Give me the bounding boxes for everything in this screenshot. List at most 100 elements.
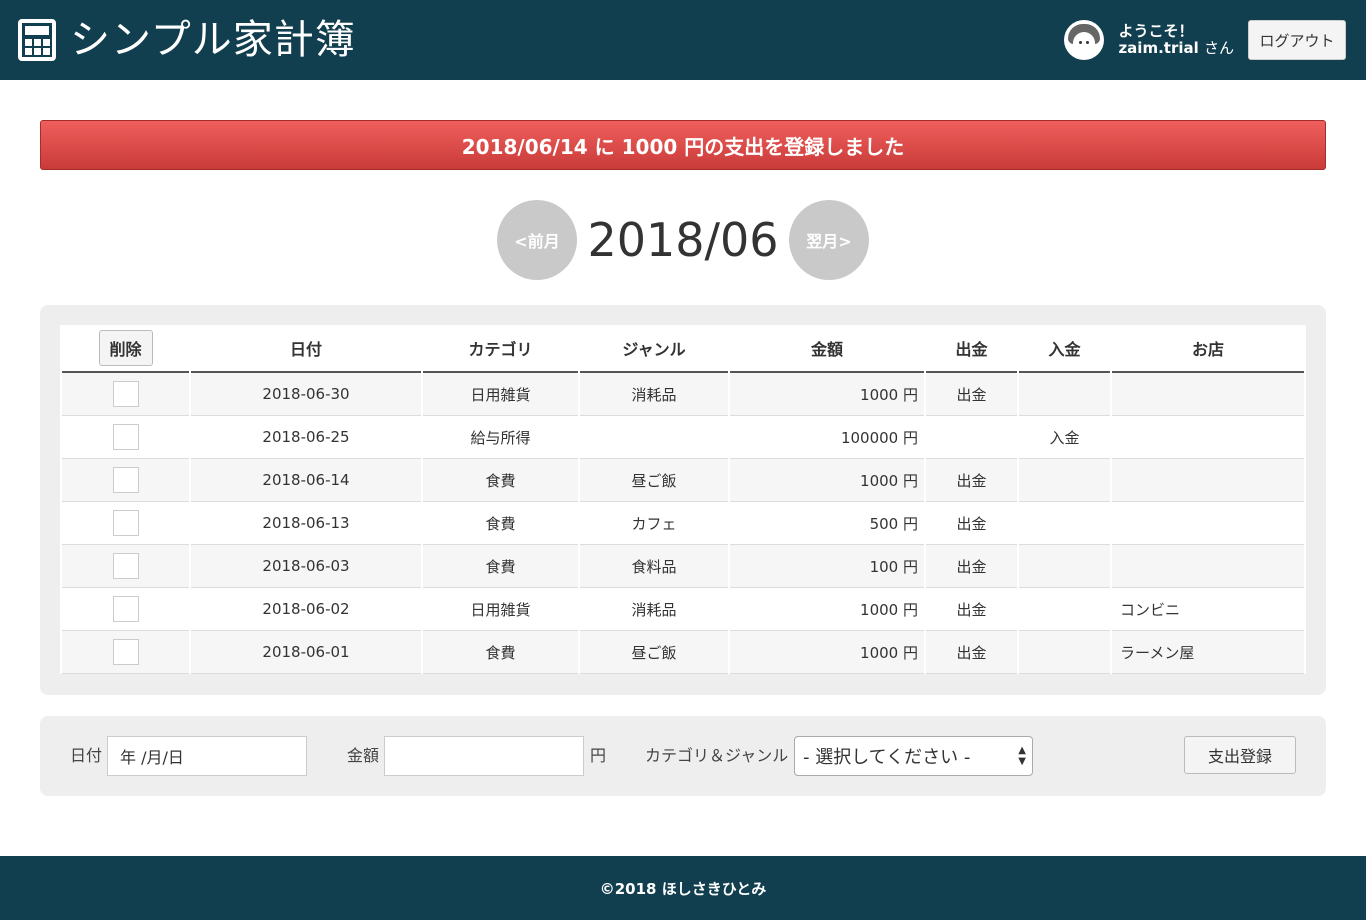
table-row: 2018-06-01 食費 昼ご飯 1000 円 出金 ラーメン屋 bbox=[62, 631, 1304, 674]
table-row: 2018-06-02 日用雑貨 消耗品 1000 円 出金 コンビニ bbox=[62, 588, 1304, 631]
month-navigation: <前月 2018/06 翌月> bbox=[0, 200, 1366, 280]
amount-label: 金額 bbox=[347, 746, 380, 765]
cell-in bbox=[1019, 588, 1110, 631]
cell-out: 出金 bbox=[926, 373, 1017, 416]
cell-in bbox=[1019, 545, 1110, 588]
cell-amount: 100 円 bbox=[730, 545, 924, 588]
cell-category: 日用雑貨 bbox=[423, 588, 578, 631]
category-genre-label: カテゴリ＆ジャンル bbox=[645, 746, 789, 765]
column-header-date: 日付 bbox=[191, 325, 421, 373]
row-checkbox[interactable] bbox=[112, 381, 139, 407]
category-select-value: - 選択してください - bbox=[803, 747, 971, 768]
table-row: 2018-06-03 食費 食料品 100 円 出金 bbox=[62, 545, 1304, 588]
page-footer: ©2018 ほしさきひとみ bbox=[0, 856, 1366, 920]
records-panel: 削除 日付 カテゴリ ジャンル 金額 出金 入金 お店 2018-06-30 日… bbox=[40, 305, 1326, 695]
cell-date: 2018-06-02 bbox=[191, 588, 421, 631]
row-checkbox[interactable] bbox=[112, 467, 139, 493]
cell-out bbox=[926, 416, 1017, 459]
column-header-shop: お店 bbox=[1112, 325, 1304, 373]
column-header-out: 出金 bbox=[926, 325, 1017, 373]
cell-amount: 1000 円 bbox=[730, 631, 924, 674]
records-table-wrapper: 削除 日付 カテゴリ ジャンル 金額 出金 入金 お店 2018-06-30 日… bbox=[60, 325, 1306, 674]
table-row: 2018-06-30 日用雑貨 消耗品 1000 円 出金 bbox=[62, 373, 1304, 416]
cell-shop bbox=[1112, 459, 1304, 502]
cell-category: 食費 bbox=[423, 459, 578, 502]
amount-input[interactable] bbox=[384, 736, 584, 776]
yen-unit-label: 円 bbox=[590, 746, 607, 765]
cell-in bbox=[1019, 631, 1110, 674]
column-header-genre: ジャンル bbox=[580, 325, 728, 373]
row-checkbox[interactable] bbox=[112, 424, 139, 450]
cell-genre: 消耗品 bbox=[580, 373, 728, 416]
welcome-text: ようこそ！ zaim.trial さん bbox=[1118, 23, 1234, 57]
cell-genre: 昼ご飯 bbox=[580, 459, 728, 502]
row-checkbox-cell bbox=[62, 416, 189, 459]
row-checkbox[interactable] bbox=[112, 596, 139, 622]
cell-shop bbox=[1112, 416, 1304, 459]
prev-month-button[interactable]: <前月 bbox=[497, 200, 577, 280]
copyright-text: ©2018 ほしさきひとみ bbox=[599, 879, 767, 898]
cell-in bbox=[1019, 502, 1110, 545]
cell-category: 給与所得 bbox=[423, 416, 578, 459]
cell-shop bbox=[1112, 545, 1304, 588]
cell-out: 出金 bbox=[926, 588, 1017, 631]
current-month: 2018/06 bbox=[587, 213, 779, 267]
row-checkbox-cell bbox=[62, 373, 189, 416]
cell-shop: コンビニ bbox=[1112, 588, 1304, 631]
cell-category: 食費 bbox=[423, 502, 578, 545]
app-header: シンプル家計簿 ようこそ！ zaim.trial さん ログアウト bbox=[0, 0, 1366, 80]
row-checkbox[interactable] bbox=[112, 639, 139, 665]
row-checkbox-cell bbox=[62, 459, 189, 502]
cell-shop bbox=[1112, 373, 1304, 416]
cell-amount: 1000 円 bbox=[730, 373, 924, 416]
cell-shop: ラーメン屋 bbox=[1112, 631, 1304, 674]
next-month-button[interactable]: 翌月> bbox=[789, 200, 869, 280]
row-checkbox-cell bbox=[62, 502, 189, 545]
table-row: 2018-06-13 食費 カフェ 500 円 出金 bbox=[62, 502, 1304, 545]
logout-button[interactable]: ログアウト bbox=[1248, 20, 1346, 60]
cell-date: 2018-06-13 bbox=[191, 502, 421, 545]
cell-amount: 500 円 bbox=[730, 502, 924, 545]
cell-out: 出金 bbox=[926, 502, 1017, 545]
cell-in bbox=[1019, 459, 1110, 502]
submit-expense-button[interactable]: 支出登録 bbox=[1184, 736, 1296, 774]
row-checkbox[interactable] bbox=[112, 553, 139, 579]
delete-column-header: 削除 bbox=[62, 325, 189, 373]
date-input[interactable]: 年 /月/日 bbox=[107, 736, 307, 776]
cell-date: 2018-06-25 bbox=[191, 416, 421, 459]
row-checkbox-cell bbox=[62, 588, 189, 631]
cell-out: 出金 bbox=[926, 631, 1017, 674]
username: zaim.trial bbox=[1118, 39, 1199, 57]
delete-button[interactable]: 削除 bbox=[98, 330, 153, 366]
table-row: 2018-06-25 給与所得 100000 円 入金 bbox=[62, 416, 1304, 459]
flash-message: 2018/06/14 に 1000 円の支出を登録しました bbox=[40, 120, 1326, 170]
calculator-icon bbox=[18, 19, 56, 61]
cell-genre: カフェ bbox=[580, 502, 728, 545]
cell-genre: 昼ご飯 bbox=[580, 631, 728, 674]
cell-date: 2018-06-14 bbox=[191, 459, 421, 502]
cell-in: 入金 bbox=[1019, 416, 1110, 459]
cell-amount: 1000 円 bbox=[730, 459, 924, 502]
app-logo[interactable]: シンプル家計簿 bbox=[18, 18, 356, 62]
table-header-row: 削除 日付 カテゴリ ジャンル 金額 出金 入金 お店 bbox=[62, 325, 1304, 373]
row-checkbox[interactable] bbox=[112, 510, 139, 536]
honorific: さん bbox=[1203, 39, 1234, 57]
user-area: ようこそ！ zaim.trial さん ログアウト bbox=[1064, 20, 1346, 60]
table-row: 2018-06-14 食費 昼ご飯 1000 円 出金 bbox=[62, 459, 1304, 502]
cell-in bbox=[1019, 373, 1110, 416]
column-header-in: 入金 bbox=[1019, 325, 1110, 373]
cell-category: 食費 bbox=[423, 545, 578, 588]
cell-genre bbox=[580, 416, 728, 459]
date-label: 日付 bbox=[70, 746, 103, 765]
entry-form: 日付 年 /月/日 金額 円 カテゴリ＆ジャンル - 選択してください - ▲ ▼… bbox=[40, 716, 1326, 796]
cell-out: 出金 bbox=[926, 459, 1017, 502]
records-table: 削除 日付 カテゴリ ジャンル 金額 出金 入金 お店 2018-06-30 日… bbox=[60, 325, 1306, 674]
select-arrows-icon: ▲ ▼ bbox=[1018, 745, 1026, 767]
category-genre-select[interactable]: - 選択してください - ▲ ▼ bbox=[794, 736, 1033, 776]
row-checkbox-cell bbox=[62, 545, 189, 588]
cell-genre: 食料品 bbox=[580, 545, 728, 588]
cell-amount: 100000 円 bbox=[730, 416, 924, 459]
cell-date: 2018-06-30 bbox=[191, 373, 421, 416]
cell-genre: 消耗品 bbox=[580, 588, 728, 631]
cell-shop bbox=[1112, 502, 1304, 545]
